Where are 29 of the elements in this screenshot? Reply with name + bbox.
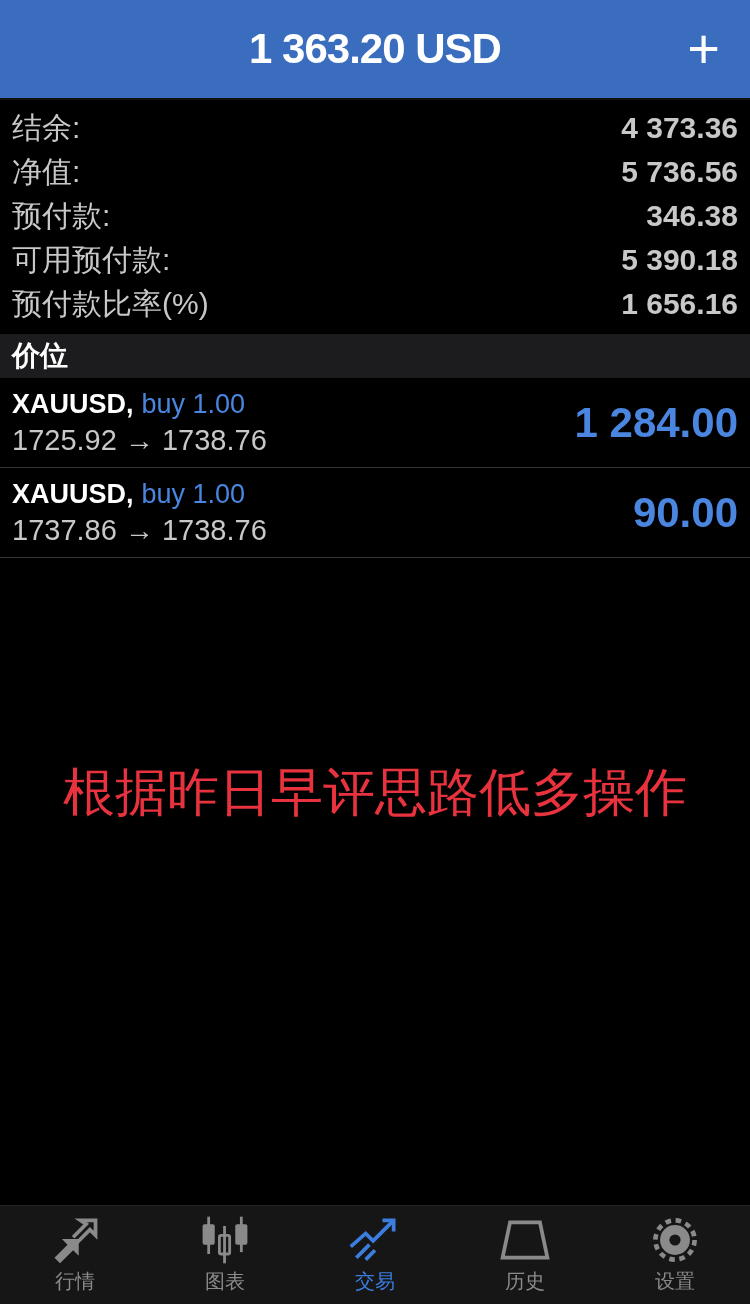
note-text: 根据昨日早评思路低多操作: [63, 762, 687, 823]
tab[interactable]: 行情: [0, 1206, 150, 1304]
summary-label: 结余:: [12, 109, 81, 146]
position-row[interactable]: XAUUSD, buy 1.00 1725.92 → 1738.76 1 284.00: [0, 378, 750, 468]
section-title: 价位: [12, 339, 68, 373]
summary-value: 5 390.18: [621, 243, 738, 277]
summary-label: 预付款比率(%): [12, 285, 209, 322]
position-prices: 1737.86 → 1738.76: [12, 513, 267, 547]
position-symbol: XAUUSD,: [12, 388, 134, 419]
tab[interactable]: 历史: [450, 1206, 600, 1304]
position-side: buy 1.00: [141, 478, 246, 509]
summary-value: 5 736.56: [621, 155, 738, 189]
tab[interactable]: 交易: [300, 1206, 450, 1304]
summary-value: 1 656.16: [621, 287, 738, 321]
tab[interactable]: 图表: [150, 1206, 300, 1304]
position-side: buy 1.00: [141, 388, 246, 419]
position-profit: 1 284.00: [574, 398, 738, 447]
position-prices: 1725.92 → 1738.76: [12, 423, 267, 457]
add-button[interactable]: +: [687, 24, 720, 74]
summary-label: 净值:: [12, 153, 81, 190]
summary-value: 346.38: [646, 199, 738, 233]
position-row[interactable]: XAUUSD, buy 1.00 1737.86 → 1738.76 90.00: [0, 468, 750, 558]
position-profit: 90.00: [632, 488, 738, 537]
summary-label: 预付款:: [12, 197, 111, 234]
balance-title: 1 363.20 USD: [249, 25, 501, 73]
tab[interactable]: 设置: [600, 1206, 750, 1304]
summary-label: 可用预付款:: [12, 241, 171, 278]
position-symbol: XAUUSD,: [12, 478, 134, 509]
summary-value: 4 373.36: [621, 111, 738, 145]
